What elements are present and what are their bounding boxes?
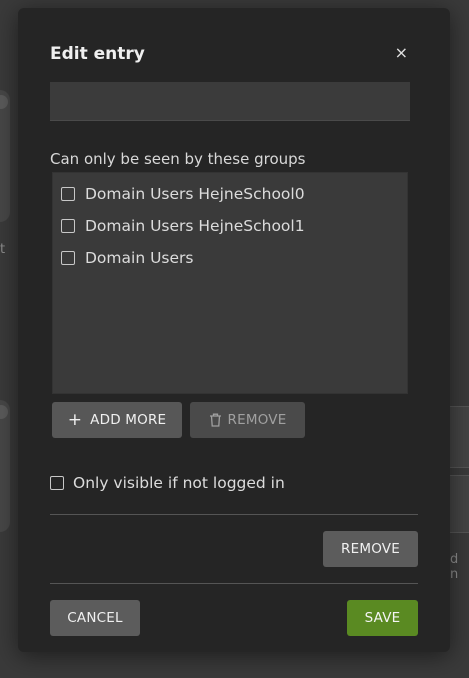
cancel-button[interactable]: CANCEL xyxy=(50,600,140,636)
background-card xyxy=(0,90,10,222)
only-visible-option[interactable]: Only visible if not logged in xyxy=(50,474,285,492)
checkbox-icon[interactable] xyxy=(61,219,75,233)
background-panel xyxy=(449,406,469,468)
only-visible-label: Only visible if not logged in xyxy=(73,474,285,492)
trash-icon xyxy=(209,413,221,427)
edit-entry-dialog: Edit entry × Can only be seen by these g… xyxy=(18,8,450,652)
checkbox-icon[interactable] xyxy=(61,187,75,201)
background-text-fragment: d n xyxy=(450,552,459,582)
group-label: Domain Users xyxy=(85,249,194,267)
close-icon[interactable]: × xyxy=(395,44,408,62)
add-more-label: ADD MORE xyxy=(90,412,167,428)
checkbox-icon[interactable] xyxy=(61,251,75,265)
group-item-hejneschool1[interactable]: Domain Users HejneSchool1 xyxy=(61,217,305,235)
groups-label: Can only be seen by these groups xyxy=(50,150,306,168)
groups-list: Domain Users HejneSchool0 Domain Users H… xyxy=(52,172,408,394)
group-label: Domain Users HejneSchool1 xyxy=(85,217,305,235)
plus-icon: + xyxy=(67,410,83,430)
dialog-title: Edit entry xyxy=(50,44,145,64)
divider xyxy=(50,514,418,515)
entry-name-input[interactable] xyxy=(50,82,410,121)
background-card xyxy=(0,400,10,532)
checkbox-icon[interactable] xyxy=(50,476,64,490)
background-panel xyxy=(449,475,469,533)
divider xyxy=(50,583,418,584)
add-more-button[interactable]: + ADD MORE xyxy=(52,402,182,438)
remove-entry-button[interactable]: REMOVE xyxy=(323,531,418,567)
group-label: Domain Users HejneSchool0 xyxy=(85,185,305,203)
group-item-hejneschool0[interactable]: Domain Users HejneSchool0 xyxy=(61,185,305,203)
remove-group-button[interactable]: REMOVE xyxy=(190,402,305,438)
save-button[interactable]: SAVE xyxy=(347,600,418,636)
background-text-fragment: t xyxy=(0,242,6,257)
remove-group-label: REMOVE xyxy=(227,412,287,428)
group-item-domain-users[interactable]: Domain Users xyxy=(61,249,193,267)
